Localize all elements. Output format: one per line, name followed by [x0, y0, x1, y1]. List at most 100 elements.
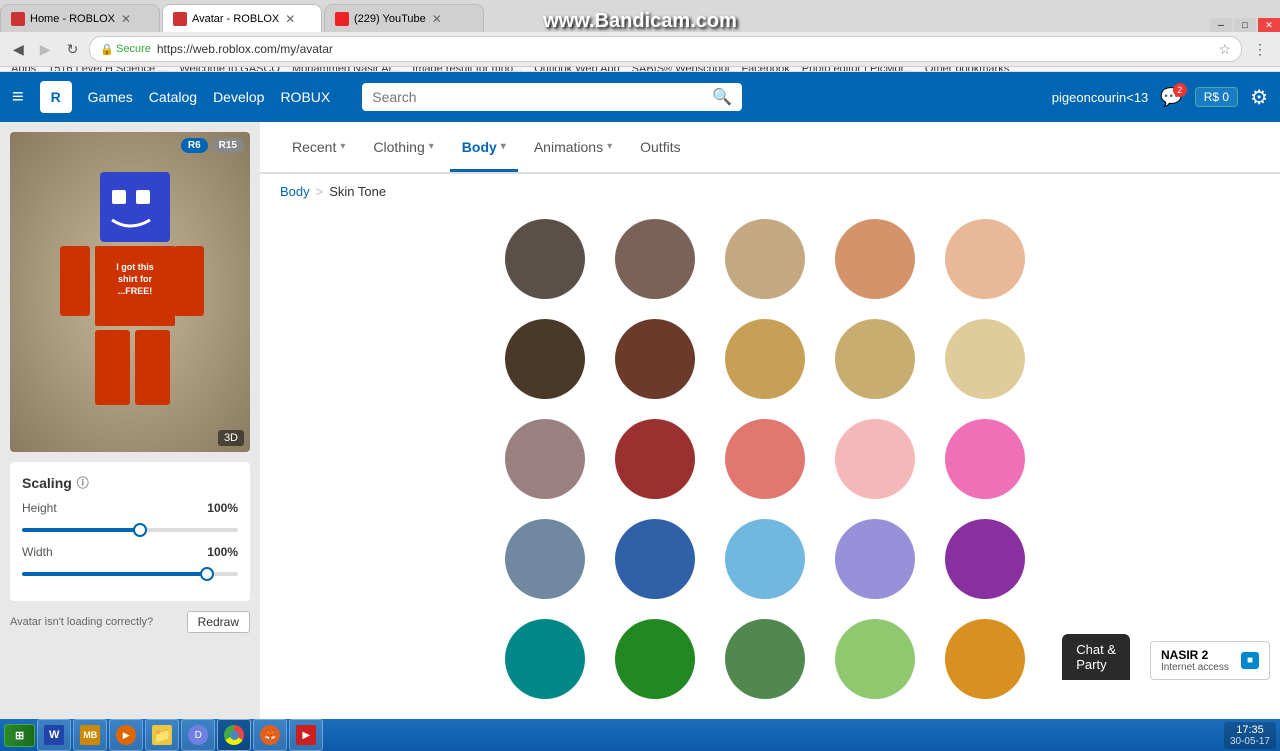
breadcrumb: Body > Skin Tone — [260, 174, 1280, 209]
tab-close-avatar[interactable]: ✕ — [285, 12, 295, 26]
taskbar-mb[interactable]: MB — [73, 719, 107, 751]
right-panel: Recent ▾ Clothing ▾ Body ▾ Animations ▾ — [260, 122, 1280, 719]
chat-icon[interactable]: 💬 2 — [1160, 87, 1182, 108]
tab-title-avatar: Avatar - ROBLOX — [192, 13, 279, 25]
settings-icon[interactable]: ⚙ — [1250, 85, 1268, 110]
color-swatch[interactable] — [505, 619, 585, 699]
address-bar: ◀ ▶ ↻ 🔒 Secure https://web.roblox.com/my… — [0, 32, 1280, 67]
extensions-button[interactable]: ⋮ — [1248, 39, 1272, 60]
minimize-button[interactable]: ─ — [1210, 18, 1232, 32]
tab-recent[interactable]: Recent ▾ — [280, 125, 357, 172]
color-swatch[interactable] — [835, 319, 915, 399]
taskbar-word[interactable]: W — [37, 719, 71, 751]
tab-close-youtube[interactable]: ✕ — [432, 12, 442, 26]
color-swatch[interactable] — [615, 619, 695, 699]
tab-youtube[interactable]: (229) YouTube ✕ — [324, 4, 484, 32]
tab-outfits[interactable]: Outfits — [628, 125, 692, 172]
color-swatch[interactable] — [725, 519, 805, 599]
bandicam-watermark: www.Bandicam.com — [543, 10, 737, 33]
nasir-status-panel: NASIR 2 Internet access ■ — [1150, 641, 1270, 680]
svg-text:shirt for: shirt for — [118, 274, 152, 284]
color-swatch[interactable] — [505, 219, 585, 299]
nav-robux-link[interactable]: ROBUX — [280, 89, 330, 105]
tab-animations[interactable]: Animations ▾ — [522, 125, 624, 172]
color-grid — [280, 219, 1260, 699]
badge-r15[interactable]: R15 — [212, 138, 244, 153]
scaling-section: Scaling ⓘ Height 100% Width 100% — [10, 462, 250, 601]
tab-favicon-youtube — [335, 12, 349, 26]
badge-r6[interactable]: R6 — [181, 138, 208, 153]
height-label: Height — [22, 501, 57, 515]
word-icon: W — [44, 725, 64, 745]
redraw-button[interactable]: Redraw — [187, 611, 250, 633]
forward-button[interactable]: ▶ — [35, 39, 56, 60]
back-button[interactable]: ◀ — [8, 39, 29, 60]
height-scale-row: Height 100% — [22, 501, 238, 537]
avatar-badges: R6 R15 — [181, 138, 244, 153]
tab-clothing[interactable]: Clothing ▾ — [361, 125, 445, 172]
color-swatch[interactable] — [615, 219, 695, 299]
color-swatch[interactable] — [615, 419, 695, 499]
color-swatch[interactable] — [835, 519, 915, 599]
nav-search-box[interactable]: 🔍 — [362, 83, 742, 111]
maximize-button[interactable]: □ — [1234, 18, 1256, 32]
color-swatch[interactable] — [725, 319, 805, 399]
close-button[interactable]: ✕ — [1258, 18, 1280, 32]
nav-catalog-link[interactable]: Catalog — [149, 89, 197, 105]
hamburger-menu-icon[interactable]: ≡ — [12, 86, 24, 109]
info-icon[interactable]: ⓘ — [77, 474, 89, 491]
nasir-online-button[interactable]: ■ — [1241, 652, 1259, 669]
nav-develop-link[interactable]: Develop — [213, 89, 264, 105]
refresh-button[interactable]: ↻ — [62, 39, 84, 60]
breadcrumb-body-link[interactable]: Body — [280, 184, 310, 199]
color-swatch[interactable] — [725, 619, 805, 699]
color-swatch[interactable] — [725, 219, 805, 299]
nasir-username: NASIR 2 — [1161, 648, 1229, 662]
color-swatch[interactable] — [835, 419, 915, 499]
color-swatch[interactable] — [505, 519, 585, 599]
color-swatch[interactable] — [945, 619, 1025, 699]
taskbar-firefox[interactable]: 🦊 — [253, 719, 287, 751]
color-swatch[interactable] — [945, 219, 1025, 299]
address-input[interactable]: 🔒 Secure https://web.roblox.com/my/avata… — [89, 36, 1242, 62]
tab-body[interactable]: Body ▾ — [450, 125, 518, 172]
nav-right-section: pigeoncourin<13 💬 2 R$ 0 ⚙ — [1052, 85, 1268, 110]
tab-avatar[interactable]: Avatar - ROBLOX ✕ — [162, 4, 322, 32]
color-swatch[interactable] — [725, 419, 805, 499]
tab-bar: www.Bandicam.com Home - ROBLOX ✕ Avatar … — [0, 0, 1280, 32]
color-swatch[interactable] — [505, 419, 585, 499]
robux-balance[interactable]: R$ 0 — [1195, 87, 1238, 107]
height-slider[interactable] — [22, 528, 238, 532]
taskbar-chrome[interactable] — [217, 719, 251, 751]
bookmark-star-icon[interactable]: ☆ — [1218, 41, 1231, 58]
start-button[interactable]: ⊞ — [4, 724, 35, 747]
search-button[interactable]: 🔍 — [712, 87, 732, 107]
search-input[interactable] — [372, 89, 706, 105]
firefox-icon: 🦊 — [260, 725, 280, 745]
taskbar-vlc[interactable]: ▶ — [109, 719, 143, 751]
taskbar-right-section: 17:35 30-05-17 — [1224, 722, 1276, 749]
taskbar-discord[interactable]: D — [181, 719, 215, 751]
color-swatch[interactable] — [835, 619, 915, 699]
taskbar-media[interactable]: ▶ — [289, 719, 323, 751]
color-swatch[interactable] — [505, 319, 585, 399]
nav-games-link[interactable]: Games — [88, 89, 133, 105]
color-swatch[interactable] — [945, 519, 1025, 599]
breadcrumb-separator: > — [316, 184, 324, 199]
media-icon: ▶ — [296, 725, 316, 745]
color-swatch[interactable] — [945, 319, 1025, 399]
color-swatch[interactable] — [615, 319, 695, 399]
roblox-logo[interactable]: R — [40, 81, 72, 113]
color-swatch[interactable] — [945, 419, 1025, 499]
tab-close-home[interactable]: ✕ — [121, 12, 131, 26]
width-slider[interactable] — [22, 572, 238, 576]
tab-home[interactable]: Home - ROBLOX ✕ — [0, 4, 160, 32]
roblox-app: ≡ R Games Catalog Develop ROBUX 🔍 pigeon… — [0, 72, 1280, 719]
color-swatch[interactable] — [615, 519, 695, 599]
date-display: 30-05-17 — [1230, 736, 1270, 747]
chat-party-panel[interactable]: Chat & Party — [1062, 634, 1130, 680]
avatar-preview: R6 R15 I got this — [10, 132, 250, 452]
color-swatch[interactable] — [835, 219, 915, 299]
taskbar-folder[interactable]: 📁 — [145, 719, 179, 751]
redraw-text: Avatar isn't loading correctly? — [10, 616, 153, 628]
